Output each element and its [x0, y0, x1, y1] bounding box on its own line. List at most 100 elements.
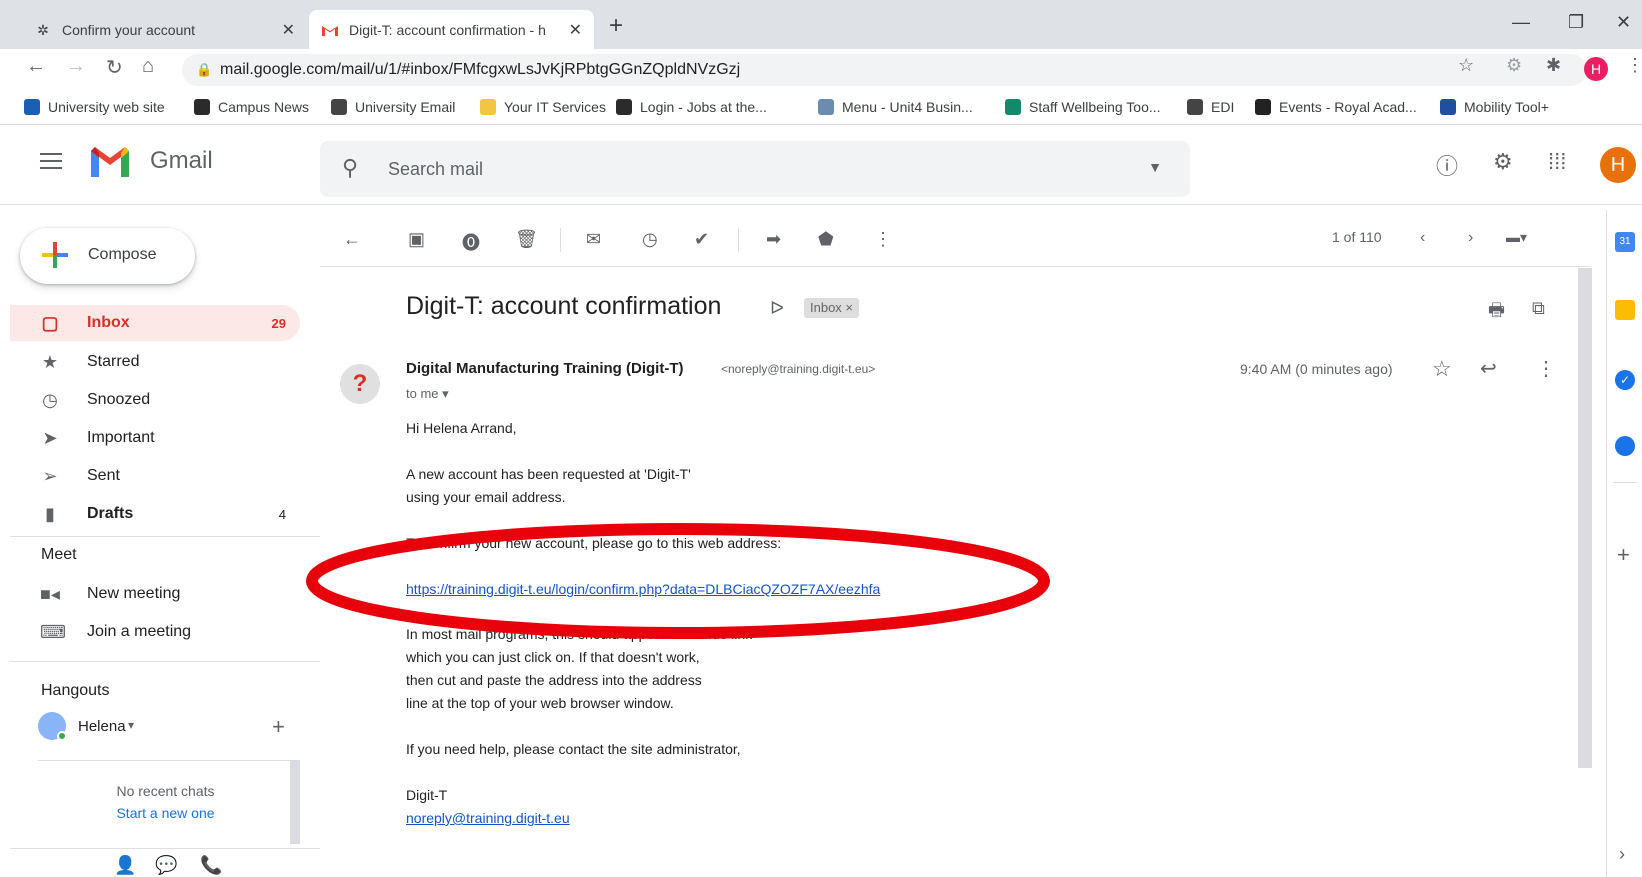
mark-unread-icon[interactable]: ✉ — [586, 229, 601, 250]
close-window-icon[interactable]: ✕ — [1616, 12, 1631, 33]
new-meeting-item[interactable]: ■◂ New meeting — [10, 576, 300, 612]
bookmark-item[interactable]: Events - Royal Acad... — [1255, 99, 1417, 115]
bookmark-label: University Email — [355, 99, 456, 115]
apps-grid-icon[interactable]: ⁞⁞⁞ — [1548, 149, 1566, 175]
reload-icon[interactable]: ↻ — [106, 55, 123, 80]
back-arrow-icon[interactable]: ← — [26, 55, 46, 78]
bookmark-item[interactable]: Login - Jobs at the... — [616, 99, 767, 115]
status-dropdown-icon[interactable]: ▾ — [128, 718, 134, 732]
move-to-icon[interactable]: ➡ — [766, 229, 781, 250]
input-tools-icon[interactable]: ▬▾ — [1506, 229, 1527, 246]
hamburger-menu-icon[interactable] — [40, 153, 62, 174]
recipient-details[interactable]: to me ▾ — [406, 386, 449, 402]
profile-avatar[interactable]: H — [1584, 57, 1608, 81]
more-vert-icon[interactable]: ⋮ — [1626, 55, 1642, 76]
tasks-icon[interactable]: ✓ — [1615, 370, 1635, 390]
calendar-icon[interactable]: 31 — [1615, 232, 1635, 252]
contacts-panel-icon[interactable] — [1615, 436, 1635, 456]
gear-icon[interactable]: ⚙ — [1493, 149, 1513, 175]
sidebar-item-sent[interactable]: ➢ Sent — [10, 458, 300, 494]
phone-icon[interactable]: 📞 — [200, 855, 222, 876]
browser-tab-confirm[interactable]: ✲ Confirm your account ✕ — [22, 10, 307, 50]
bookmark-item[interactable]: Campus News — [194, 99, 309, 115]
sidebar-item-label: Snoozed — [87, 391, 151, 408]
sidebar-item-drafts[interactable]: ▮ Drafts 4 — [10, 496, 300, 532]
forward-arrow-icon[interactable]: → — [66, 55, 86, 78]
url-input[interactable]: 🔒 mail.google.com/mail/u/1/#inbox/FMfcgx… — [182, 54, 1587, 86]
compose-button[interactable]: Compose — [20, 228, 195, 284]
chevron-down-icon[interactable]: ▾ — [442, 386, 449, 401]
start-new-chat-link[interactable]: Start a new one — [38, 805, 293, 821]
sidebar-item-label: Inbox — [87, 314, 130, 331]
inbox-label-badge[interactable]: Inbox × — [804, 298, 860, 318]
bookmark-label: EDI — [1211, 99, 1235, 115]
bookmark-item[interactable]: Staff Wellbeing Too... — [1005, 99, 1161, 115]
puzzle-icon[interactable]: ✱ — [1546, 55, 1561, 76]
sidebar-item-label: Starred — [87, 353, 140, 370]
close-tab-icon[interactable]: ✕ — [569, 20, 582, 40]
browser-tab-gmail[interactable]: Digit-T: account confirmation - h ✕ — [309, 10, 594, 50]
account-avatar[interactable]: H — [1600, 147, 1636, 183]
divider — [10, 661, 320, 662]
snooze-icon[interactable]: ◷ — [642, 229, 658, 250]
reply-icon[interactable]: ↩ — [1480, 356, 1497, 381]
contacts-icon[interactable]: 👤 — [114, 855, 136, 876]
search-bar[interactable]: ⚲ Search mail ▼ — [320, 141, 1190, 197]
delete-icon[interactable]: 🗑 — [515, 229, 538, 250]
hangouts-user-name[interactable]: Helena — [78, 718, 126, 735]
hangouts-chat-icon[interactable]: 💬 — [155, 855, 177, 876]
bookmark-favicon-icon — [480, 99, 496, 115]
more-vert-icon[interactable]: ⋮ — [1536, 356, 1556, 381]
archive-icon[interactable]: ▣ — [408, 229, 425, 250]
more-options-icon[interactable]: ⋮ — [874, 229, 892, 250]
search-options-icon[interactable]: ▼ — [1148, 159, 1162, 175]
join-meeting-item[interactable]: ⌨ Join a meeting — [10, 614, 300, 650]
bookmark-item[interactable]: Mobility Tool+ — [1440, 99, 1549, 115]
expand-panel-icon[interactable]: › — [1619, 844, 1625, 865]
bookmark-item[interactable]: University web site — [24, 99, 165, 115]
bookmark-item[interactable]: Your IT Services — [480, 99, 606, 115]
user-avatar[interactable] — [38, 712, 67, 741]
importance-marker-icon[interactable]: ᐅ — [770, 298, 784, 319]
older-chevron-icon[interactable]: › — [1468, 229, 1473, 247]
label-icon[interactable]: ⬟ — [818, 229, 834, 250]
video-camera-icon: ■◂ — [40, 584, 60, 604]
bookmark-item[interactable]: University Email — [331, 99, 455, 115]
sender-name: Digital Manufacturing Training (Digit-T) — [406, 360, 684, 377]
hangouts-heading: Hangouts — [41, 682, 110, 699]
star-icon[interactable]: ☆ — [1432, 356, 1452, 382]
home-icon[interactable]: ⌂ — [142, 55, 154, 78]
newer-chevron-icon[interactable]: ‹ — [1420, 229, 1425, 247]
open-new-window-icon[interactable]: ⧉ — [1532, 298, 1545, 319]
add-addon-icon[interactable]: + — [1617, 542, 1630, 568]
minimize-icon[interactable]: — — [1512, 12, 1530, 33]
add-to-tasks-icon[interactable]: ✔ — [694, 229, 709, 250]
print-icon[interactable]: 🖶 — [1488, 298, 1505, 328]
side-panel: 31 ✓ + › — [1606, 210, 1642, 877]
sidebar-item-snoozed[interactable]: ◷ Snoozed — [10, 382, 300, 418]
add-chat-icon[interactable]: + — [272, 714, 285, 740]
help-icon[interactable]: ⓘ — [1436, 149, 1458, 181]
sender-avatar: ? — [340, 364, 380, 404]
sidebar-item-inbox[interactable]: ▢ Inbox 29 — [10, 305, 300, 341]
sidebar-item-starred[interactable]: ★ Starred — [10, 344, 300, 380]
new-tab-icon[interactable]: + — [609, 12, 623, 40]
sidebar-item-important[interactable]: ➤ Important — [10, 420, 300, 456]
bookmark-star-icon[interactable]: ☆ — [1458, 55, 1474, 76]
close-tab-icon[interactable]: ✕ — [282, 20, 295, 40]
back-to-inbox-icon[interactable]: ← — [343, 229, 361, 250]
search-input[interactable]: Search mail — [388, 159, 483, 180]
signature-email-link[interactable]: noreply@training.digit-t.eu — [406, 810, 570, 826]
extension-icon[interactable]: ⚙ — [1506, 55, 1522, 76]
search-icon[interactable]: ⚲ — [342, 155, 358, 181]
bookmark-item[interactable]: EDI — [1187, 99, 1234, 115]
bookmark-item[interactable]: Menu - Unit4 Busin... — [818, 99, 973, 115]
report-spam-icon[interactable]: ⓿ — [462, 229, 480, 255]
email-scrollbar[interactable] — [1578, 268, 1592, 768]
hangouts-scrollbar[interactable] — [290, 760, 300, 844]
restore-icon[interactable]: ❐ — [1568, 12, 1584, 33]
email-body-line: If you need help, please contact the sit… — [406, 741, 741, 757]
email-body-line: A new account has been requested at 'Dig… — [406, 466, 691, 482]
keep-icon[interactable] — [1615, 300, 1635, 320]
bookmark-label: Your IT Services — [504, 99, 606, 115]
